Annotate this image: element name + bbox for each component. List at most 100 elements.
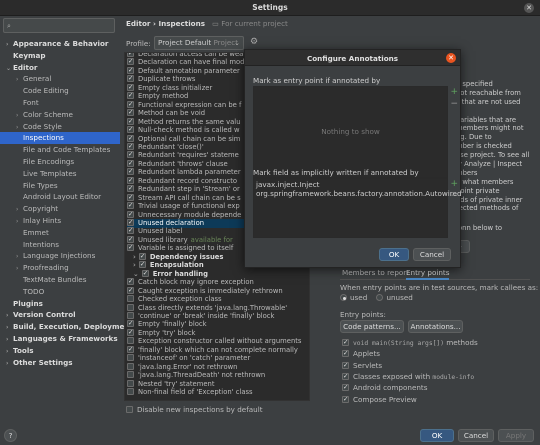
tree-checkbox[interactable] (138, 260, 146, 269)
chevron-icon[interactable]: › (133, 261, 136, 269)
tree-checkbox[interactable] (127, 83, 134, 92)
entry-point-checkbox[interactable]: Classes exposed with module-info (342, 372, 474, 381)
tree-checkbox[interactable] (127, 243, 134, 252)
ok-button[interactable]: OK (420, 429, 454, 442)
sidebar-item[interactable]: › Other Settings (0, 357, 120, 369)
tree-checkbox[interactable] (127, 345, 134, 354)
tree-checkbox[interactable] (127, 388, 134, 395)
tree-checkbox[interactable] (127, 311, 134, 319)
sidebar-item[interactable]: Font (0, 97, 120, 109)
dialog-ok-button[interactable]: OK (379, 248, 409, 261)
apply-button[interactable]: Apply (498, 429, 534, 442)
sidebar-item[interactable]: Android Layout Editor (0, 191, 120, 203)
entry-point-checkbox[interactable]: Servlets (342, 361, 382, 370)
tree-checkbox[interactable] (127, 134, 134, 143)
tree-checkbox[interactable] (127, 371, 134, 379)
sidebar-item[interactable]: Inspections (0, 132, 120, 145)
entry-point-checkbox[interactable]: void main(String args[]) methods (342, 338, 478, 347)
sidebar-item[interactable]: › Tools (0, 345, 120, 357)
tree-checkbox[interactable] (127, 319, 134, 328)
implicit-write-annotations-list[interactable]: javax.inject.Inject org.springframework.… (253, 178, 462, 238)
tree-checkbox[interactable] (127, 286, 134, 295)
settings-search-input[interactable]: ⌕ (3, 18, 115, 33)
dialog-cancel-button[interactable]: Cancel (413, 248, 451, 261)
sidebar-item[interactable]: File Types (0, 180, 120, 192)
code-patterns-button[interactable]: Code patterns... (340, 320, 404, 333)
tab-members-to-report[interactable]: Members to report (342, 266, 409, 280)
sidebar-item[interactable]: › Proofreading (0, 262, 120, 274)
dialog-close-icon[interactable]: ✕ (446, 53, 456, 63)
remove-icon[interactable]: − (450, 191, 458, 201)
tree-checkbox[interactable] (141, 269, 149, 278)
tree-item[interactable]: Non-final field of 'Exception' class (127, 388, 309, 397)
sidebar-item[interactable]: › Appearance & Behavior (0, 38, 120, 50)
add-icon[interactable]: + (450, 179, 458, 189)
radio-used[interactable]: used (340, 293, 367, 302)
tree-checkbox[interactable] (127, 277, 134, 286)
tree-checkbox[interactable] (127, 210, 134, 219)
sidebar-item[interactable]: File Encodings (0, 156, 120, 168)
chevron-icon[interactable]: ⌄ (133, 270, 139, 278)
sidebar-item[interactable]: › General (0, 73, 120, 85)
sidebar-item[interactable]: Keymap (0, 50, 120, 62)
sidebar-item[interactable]: Live Templates (0, 168, 120, 180)
tree-checkbox[interactable] (127, 337, 134, 345)
tree-checkbox[interactable] (127, 142, 134, 151)
tree-checkbox[interactable] (127, 57, 134, 66)
list-item[interactable]: javax.inject.Inject (256, 180, 320, 189)
sidebar-item[interactable]: Intentions (0, 239, 120, 251)
tree-checkbox[interactable] (127, 362, 134, 370)
tree-checkbox[interactable] (138, 252, 146, 261)
tree-checkbox[interactable] (127, 74, 134, 83)
sidebar-item[interactable]: File and Code Templates (0, 144, 120, 156)
disable-new-inspections-checkbox[interactable]: Disable new inspections by default (126, 405, 263, 414)
entry-point-checkbox[interactable]: Compose Preview (342, 395, 417, 404)
tree-checkbox[interactable] (127, 328, 134, 337)
tree-checkbox[interactable] (127, 108, 134, 117)
tree-checkbox[interactable] (127, 150, 134, 159)
tree-checkbox[interactable] (127, 117, 134, 126)
tab-entry-points[interactable]: Entry points (406, 266, 450, 280)
sidebar-item[interactable]: TODO (0, 286, 120, 298)
profile-select[interactable]: Project Default Project ⌄ (154, 36, 244, 50)
chevron-icon[interactable]: › (133, 253, 136, 261)
entry-point-checkbox[interactable]: Android components (342, 383, 427, 392)
window-close-icon[interactable]: ✕ (524, 3, 534, 13)
sidebar-item[interactable]: › Copyright (0, 203, 120, 215)
sidebar-item[interactable]: › Build, Execution, Deployment (0, 321, 133, 333)
tree-checkbox[interactable] (127, 218, 134, 227)
sidebar-item[interactable]: › Inlay Hints (0, 215, 120, 227)
sidebar-item[interactable]: › Color Scheme (0, 109, 120, 121)
tree-checkbox[interactable] (127, 125, 134, 134)
tree-checkbox[interactable] (127, 176, 134, 185)
help-button[interactable]: ? (4, 429, 17, 442)
sidebar-item[interactable]: ⌄ Editor (0, 62, 120, 74)
sidebar-item[interactable]: › Version Control (0, 309, 120, 321)
sidebar-item[interactable]: Plugins (0, 298, 120, 310)
gear-icon[interactable]: ⚙ (250, 37, 258, 47)
tree-checkbox[interactable] (127, 303, 134, 311)
breadcrumb-editor[interactable]: Editor (126, 19, 150, 28)
tree-checkbox[interactable] (127, 226, 134, 235)
sidebar-item[interactable]: › Languages & Frameworks (0, 333, 120, 345)
sidebar-item[interactable]: › Code Style (0, 121, 120, 133)
entry-point-checkbox[interactable]: Applets (342, 349, 380, 358)
sidebar-item[interactable]: › Language Injections (0, 250, 120, 262)
remove-icon[interactable]: − (450, 99, 458, 109)
add-icon[interactable]: + (450, 87, 458, 97)
cancel-button[interactable]: Cancel (458, 429, 494, 442)
tree-checkbox[interactable] (127, 91, 134, 100)
sidebar-item[interactable]: TextMate Bundles (0, 274, 120, 286)
sidebar-item[interactable]: Emmet (0, 227, 120, 239)
annotations-button[interactable]: Annotations... (408, 320, 463, 333)
tree-checkbox[interactable] (127, 201, 134, 210)
tree-checkbox[interactable] (127, 295, 134, 303)
sidebar-item[interactable]: Code Editing (0, 85, 120, 97)
tree-checkbox[interactable] (127, 53, 134, 58)
tree-checkbox[interactable] (127, 66, 134, 75)
tree-checkbox[interactable] (127, 159, 134, 168)
tree-checkbox[interactable] (127, 100, 134, 109)
tree-checkbox[interactable] (127, 379, 134, 387)
entry-point-annotations-list[interactable]: Nothing to show + − (253, 86, 458, 178)
tree-checkbox[interactable] (127, 235, 134, 244)
